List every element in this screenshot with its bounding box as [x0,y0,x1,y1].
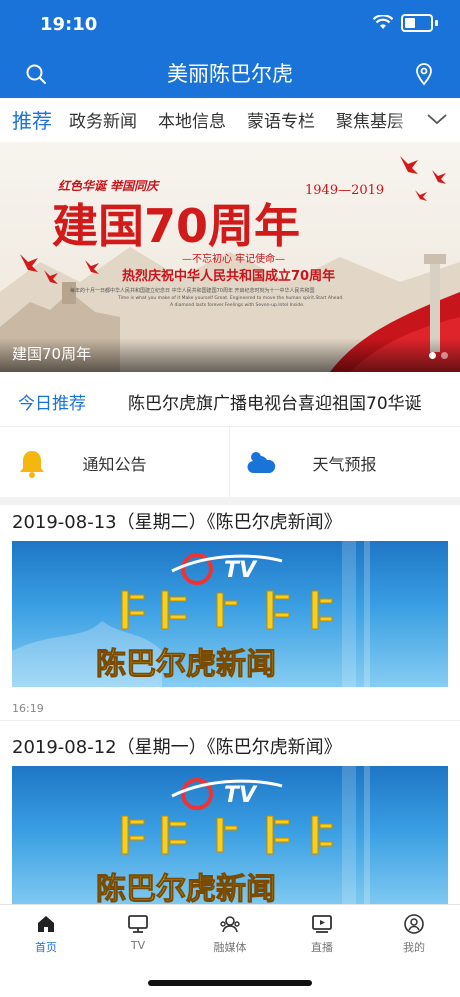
nav-live[interactable]: 直播 [276,913,368,955]
nav-live-label: 直播 [311,941,333,954]
chevron-down-icon[interactable] [426,110,448,128]
battery-cap [435,20,438,26]
category-tabs: 推荐 政务新闻 本地信息 蒙语专栏 聚焦基层 [0,98,460,143]
banner-fine-print-en-2: A diamond lasts forever.Feelings with Se… [170,302,304,308]
nav-tv-label: TV [130,939,146,952]
banner-slogan: —不忘初心 牢记使命— [182,252,285,265]
news-thumbnail[interactable]: TV 陈巴尔虎新闻 [12,766,448,912]
nav-media-label: 融媒体 [213,941,247,954]
tab-government-news[interactable]: 政务新闻 [69,107,137,132]
banner-years: 1949—2019 [305,183,384,198]
news-thumbnail[interactable]: TV 陈巴尔虎新闻 [12,541,448,687]
tab-local-info[interactable]: 本地信息 [158,107,226,132]
wifi-icon [373,15,393,29]
today-headline[interactable]: 陈巴尔虎旗广播电视台喜迎祖国70华诞 [128,389,422,414]
weather-entry[interactable]: 天气预报 [230,427,459,497]
news-time: 16:19 [12,702,44,715]
nav-mine[interactable]: 我的 [368,913,460,955]
news-separator [0,720,460,721]
app-header: 19:10 美丽陈巴尔虎 [0,0,460,98]
news-title[interactable]: 2019-08-12（星期一）《陈巴尔虎新闻》 [12,733,342,759]
tv-icon [128,915,148,933]
notice-label: 通知公告 [82,455,147,474]
location-pin-icon[interactable] [412,62,436,86]
weather-label: 天气预报 [312,455,377,474]
home-icon [38,916,54,932]
today-recommend-bar[interactable]: 今日推荐 陈巴尔虎旗广播电视台喜迎祖国70华诞 [0,372,460,426]
banner-carousel[interactable]: 红色华诞 举国同庆 1949—2019 建国70周年 —不忘初心 牢记使命— 热… [0,142,460,372]
nav-tv[interactable]: TV [92,913,184,952]
banner-headline: 建国70周年 [52,199,300,253]
banner-top-text: 红色华诞 举国同庆 [58,179,160,193]
tab-recommend[interactable]: 推荐 [12,105,52,134]
user-icon [404,914,424,934]
nav-mine-label: 我的 [403,941,425,954]
nav-home[interactable]: 首页 [0,913,92,955]
media-icon [220,916,240,933]
carousel-dot[interactable] [441,352,448,359]
banner-subhead: 热烈庆祝中华人民共和国成立70周年 [122,268,335,284]
tab-fade [390,98,460,142]
news-title[interactable]: 2019-08-13（星期二）《陈巴尔虎新闻》 [12,508,342,534]
status-time: 19:10 [40,14,98,35]
notice-entry[interactable]: 通知公告 [0,427,229,497]
banner-fine-print-cn: 每年的十月一日都中华人民共和国建立纪念日 中华人民共和国建国70周年 开启纪念时… [70,287,315,294]
carousel-dot[interactable] [429,352,436,359]
live-icon [312,915,332,933]
page-title: 美丽陈巴尔虎 [167,62,293,86]
news-logo-text: TV [224,783,258,808]
news-thumbnail-art: TV 陈巴尔虎新闻 [96,766,370,912]
nav-home-label: 首页 [35,941,57,954]
home-indicator [148,980,312,986]
quick-entries: 通知公告 天气预报 [0,426,460,505]
carousel-dots [429,352,448,359]
news-logo-text: TV [224,558,258,583]
today-label: 今日推荐 [18,394,86,414]
status-icons [373,14,438,32]
banner-caption: 建国70周年 [12,345,92,363]
battery-icon [401,14,433,32]
tab-mongolian-column[interactable]: 蒙语专栏 [247,107,315,132]
nav-media[interactable]: 融媒体 [184,913,276,955]
banner-fine-print-en-1: Time is what you make of it Make yoursel… [117,295,344,301]
news-thumb-text: 陈巴尔虎新闻 [96,647,276,682]
news-thumbnail-art: TV 陈巴尔虎新闻 [12,541,370,687]
news-thumb-text: 陈巴尔虎新闻 [96,872,276,907]
